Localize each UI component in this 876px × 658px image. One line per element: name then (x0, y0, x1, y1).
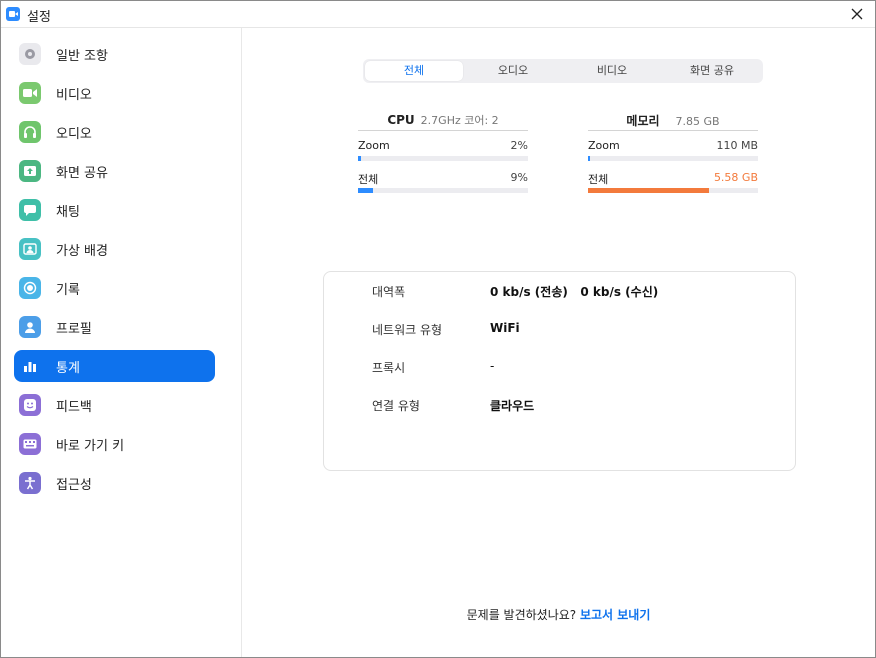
statistics-tabs: 전체 오디오 비디오 화면 공유 (363, 59, 763, 83)
zoom-app-icon (6, 7, 20, 21)
send-report-link[interactable]: 보고서 보내기 (580, 608, 650, 622)
tab-overall[interactable]: 전체 (365, 61, 463, 81)
memory-usage-section: 메모리 7.85 GB Zoom 110 MB 전체 5.58 GB (588, 112, 758, 195)
sidebar-item-share-screen[interactable]: 화면 공유 (14, 155, 215, 187)
report-footer: 문제를 발견하셨나요? 보고서 보내기 (242, 606, 875, 623)
meter-fill (358, 188, 373, 193)
sidebar-item-label: 통계 (56, 361, 80, 376)
meter-label: Zoom (358, 139, 390, 152)
sidebar-item-video[interactable]: 비디오 (14, 77, 215, 109)
cpu-info: 2.7GHz 코어: 2 (420, 114, 499, 127)
meter-value: 110 MB (716, 139, 758, 152)
sidebar-item-label: 가상 배경 (56, 244, 108, 259)
feedback-smiley-icon (19, 394, 41, 416)
sidebar-item-label: 채팅 (56, 205, 80, 220)
chat-bubble-icon (19, 199, 41, 221)
info-label: 네트워크 유형 (372, 323, 443, 337)
share-screen-icon (19, 160, 41, 182)
info-label: 대역폭 (372, 285, 406, 299)
tab-audio[interactable]: 오디오 (464, 61, 562, 81)
sidebar-item-label: 일반 조항 (56, 49, 108, 64)
connection-type-value: 클라우드 (490, 399, 535, 413)
tab-share-screen[interactable]: 화면 공유 (663, 61, 761, 81)
profile-icon (19, 316, 41, 338)
sidebar-item-label: 오디오 (56, 127, 92, 142)
meter-label: Zoom (588, 139, 620, 152)
sidebar-item-label: 바로 가기 키 (56, 439, 125, 454)
close-icon (851, 8, 863, 20)
sidebar-item-recording[interactable]: 기록 (14, 272, 215, 304)
bandwidth-row: 대역폭 0 kb/s (전송) 0 kb/s (수신) (324, 283, 795, 303)
report-question: 문제를 발견하셨나요? (466, 608, 580, 622)
meter-fill (588, 156, 590, 161)
settings-window: 설정 일반 조항 비디오 오디오 화면 공유 채팅 가상 배경 기록 프로필 통… (0, 0, 876, 658)
memory-total-meter: 전체 5.58 GB (588, 163, 758, 195)
title-bar: 설정 (1, 1, 875, 28)
proxy-row: 프록시 - (324, 359, 795, 379)
record-icon (19, 277, 41, 299)
sidebar-item-audio[interactable]: 오디오 (14, 116, 215, 148)
sidebar-item-label: 피드백 (56, 400, 92, 415)
memory-info: 7.85 GB (675, 115, 720, 128)
memory-zoom-meter: Zoom 110 MB (588, 131, 758, 163)
cpu-header: CPU 2.7GHz 코어: 2 (358, 112, 528, 131)
sidebar-item-keyboard-shortcuts[interactable]: 바로 가기 키 (14, 428, 215, 460)
sidebar-item-accessibility[interactable]: 접근성 (14, 467, 215, 499)
sidebar-item-statistics[interactable]: 통계 (14, 350, 215, 382)
meter-fill (588, 188, 709, 193)
meter-track (588, 188, 758, 193)
meter-label: 전체 (588, 173, 609, 186)
window-title: 설정 (27, 10, 51, 25)
network-type-row: 네트워크 유형 WiFi (324, 321, 795, 341)
cpu-zoom-meter: Zoom 2% (358, 131, 528, 163)
sidebar-item-label: 비디오 (56, 88, 92, 103)
gear-icon (19, 43, 41, 65)
accessibility-icon (19, 472, 41, 494)
headphones-icon (19, 121, 41, 143)
sidebar-item-feedback[interactable]: 피드백 (14, 389, 215, 421)
sidebar-item-label: 접근성 (56, 478, 92, 493)
meter-value: 2% (510, 139, 528, 152)
sidebar-item-virtual-background[interactable]: 가상 배경 (14, 233, 215, 265)
video-camera-icon (19, 82, 41, 104)
sidebar-item-label: 기록 (56, 283, 80, 298)
meter-value: 9% (510, 171, 528, 184)
meter-label: 전체 (358, 173, 379, 186)
sidebar-item-label: 화면 공유 (56, 166, 108, 181)
cpu-usage-section: CPU 2.7GHz 코어: 2 Zoom 2% 전체 9% (358, 112, 528, 195)
tab-video[interactable]: 비디오 (563, 61, 661, 81)
cpu-total-meter: 전체 9% (358, 163, 528, 195)
sidebar-item-label: 프로필 (56, 322, 92, 337)
meter-fill (358, 156, 361, 161)
memory-header: 메모리 7.85 GB (588, 112, 758, 131)
info-label: 연결 유형 (372, 399, 420, 413)
info-label: 프록시 (372, 361, 406, 375)
statistics-icon (19, 355, 41, 377)
meter-track (588, 156, 758, 161)
keyboard-icon (19, 433, 41, 455)
close-button[interactable] (847, 4, 867, 24)
meter-track (358, 188, 528, 193)
statistics-panel: 전체 오디오 비디오 화면 공유 CPU 2.7GHz 코어: 2 Zoom 2%… (242, 28, 875, 657)
network-type-value: WiFi (490, 321, 520, 335)
bandwidth-value: 0 kb/s (전송) 0 kb/s (수신) (490, 285, 659, 299)
virtual-background-icon (19, 238, 41, 260)
cpu-title: CPU (387, 113, 415, 127)
memory-title: 메모리 (626, 114, 660, 128)
settings-sidebar: 일반 조항 비디오 오디오 화면 공유 채팅 가상 배경 기록 프로필 통계 피… (1, 28, 242, 657)
sidebar-item-chat[interactable]: 채팅 (14, 194, 215, 226)
meter-value: 5.58 GB (713, 171, 758, 184)
sidebar-item-general[interactable]: 일반 조항 (14, 38, 215, 70)
network-info-card: 대역폭 0 kb/s (전송) 0 kb/s (수신) 네트워크 유형 WiFi… (323, 271, 796, 471)
sidebar-item-profile[interactable]: 프로필 (14, 311, 215, 343)
meter-track (358, 156, 528, 161)
connection-type-row: 연결 유형 클라우드 (324, 397, 795, 417)
proxy-value: - (490, 359, 495, 373)
